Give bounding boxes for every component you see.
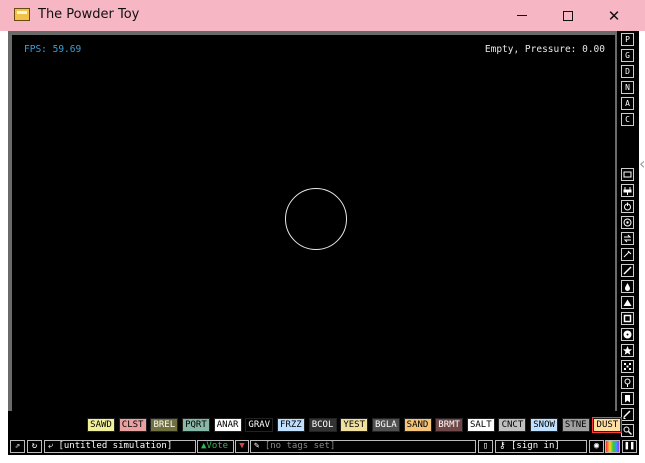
powders-icon[interactable] [621,296,634,309]
fps-readout: FPS: 59.69 [24,44,82,55]
element-button-sand[interactable]: SAND [403,418,432,432]
gravity-button[interactable]: G [621,49,634,62]
vote-label: Vote [206,441,229,451]
favorites-icon[interactable] [621,392,634,405]
decorations-toggle-button[interactable]: D [621,65,634,78]
close-icon: ✕ [607,6,621,25]
open-browser-button[interactable]: ⇗ [10,440,25,453]
minimize-icon [517,15,527,16]
tools-icon[interactable] [621,376,634,389]
reload-icon: ↻ [31,441,38,451]
pause-icon: ❚❚ [624,441,635,451]
pause-button[interactable]: P [621,33,634,46]
sign-in-label: [sign in] [511,441,560,451]
window-title: The Powder Toy [38,7,140,22]
element-button-grav[interactable]: GRAV [245,418,274,432]
console-button[interactable]: C [621,113,634,126]
element-button-sawd[interactable]: SAWD [87,418,115,432]
special-icon[interactable] [621,344,634,357]
radioactive-icon[interactable] [621,328,634,341]
open-icon: ⇗ [14,441,21,451]
sensors-icon[interactable] [621,216,634,229]
simulation-name: [untitled simulation] [58,441,173,451]
element-button-clst[interactable]: CLST [118,418,147,432]
element-button-pqrt[interactable]: PQRT [181,418,210,432]
vote-down-button[interactable]: ▼ [235,440,249,453]
save-simulation-button[interactable]: ⤶ [untitled simulation] [44,440,196,453]
minimize-button[interactable] [499,0,545,31]
vote-down-icon: ▼ [239,441,245,451]
new-file-icon: ▯ [482,441,489,451]
element-button-snow[interactable]: SNOW [530,418,559,432]
element-button-bcol[interactable]: BCOL [308,418,337,432]
gases-icon[interactable] [621,264,634,277]
status-readout: Empty, Pressure: 0.00 [484,44,605,55]
element-button-brel[interactable]: BREL [150,418,179,432]
element-button-brmt[interactable]: BRMT [435,418,464,432]
text-icon[interactable] [621,168,634,181]
force-icon[interactable] [621,232,634,245]
explosives-icon[interactable] [621,248,634,261]
clear-simulation-button[interactable]: ▯ [478,440,493,453]
tags-placeholder: [no tags set] [264,441,336,451]
element-button-yest[interactable]: YEST [340,418,369,432]
ambient-heat-button[interactable]: A [621,97,634,110]
element-button-frzz[interactable]: FRZZ [276,418,305,432]
solids-icon[interactable] [621,312,634,325]
game-of-life-icon[interactable] [621,360,634,373]
element-button-cnct[interactable]: CNCT [498,418,527,432]
element-button-bgla[interactable]: BGLA [371,418,400,432]
tags-field[interactable]: ✎ [no tags set] [250,440,476,453]
decorations-icon[interactable] [621,408,634,421]
app-icon [14,8,30,21]
mouse-cursor-fragment: ‹ [639,154,645,173]
element-button-stne[interactable]: STNE [561,418,590,432]
brush-cursor [285,188,347,250]
element-button-salt[interactable]: SALT [466,418,495,432]
maximize-icon [563,10,573,21]
vote-up-button[interactable]: ▲Vote [197,440,234,453]
power-icon[interactable] [621,200,634,213]
sign-in-button[interactable]: ⚷ [sign in] [495,440,587,453]
save-icon: ⤶ [48,441,54,451]
maximize-button[interactable] [545,0,591,31]
close-button[interactable]: ✕ [591,0,637,31]
settings-icon: ◉ [593,441,600,451]
tags-icon: ✎ [254,441,260,451]
key-icon: ⚷ [499,441,506,451]
reload-button[interactable]: ↻ [27,440,42,453]
electronics-icon[interactable] [621,184,634,197]
element-button-anar[interactable]: ANAR [213,418,242,432]
search-icon[interactable] [621,424,634,437]
display-mode-button[interactable] [605,440,620,453]
liquids-icon[interactable] [621,280,634,293]
element-button-dust[interactable]: DUST [592,417,623,433]
pause-simulation-button[interactable]: ❚❚ [622,440,637,453]
newtonian-gravity-button[interactable]: N [621,81,634,94]
settings-button[interactable]: ◉ [589,440,604,453]
